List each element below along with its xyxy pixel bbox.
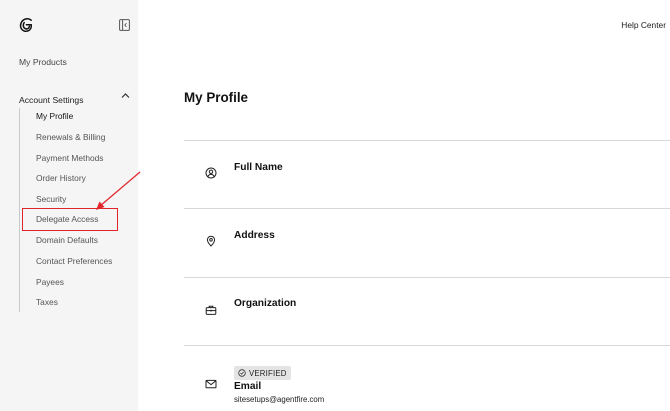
check-circle-icon — [238, 369, 246, 377]
sidebar-item-payees[interactable]: Payees — [36, 277, 64, 287]
section-divider — [184, 277, 670, 278]
briefcase-icon — [205, 305, 217, 315]
verified-badge-label: VERIFIED — [249, 368, 287, 378]
email-section-title[interactable]: Email — [234, 381, 261, 392]
sidebar-item-my-profile[interactable]: My Profile — [36, 111, 73, 121]
sidebar-item-order-history[interactable]: Order History — [36, 173, 86, 183]
organization-section-title[interactable]: Organization — [234, 298, 296, 309]
email-value: sitesetups@agentfire.com — [234, 395, 325, 404]
sidebar-collapse-icon[interactable] — [119, 19, 130, 31]
brand-logo-icon[interactable] — [18, 17, 34, 33]
envelope-icon — [205, 379, 217, 389]
verified-badge: VERIFIED — [234, 366, 291, 380]
account-settings-toggle[interactable]: Account Settings — [19, 90, 131, 105]
section-divider — [184, 140, 670, 141]
sidebar-item-payment-methods[interactable]: Payment Methods — [36, 153, 104, 163]
section-divider — [184, 208, 670, 209]
sidebar-item-contact-preferences[interactable]: Contact Preferences — [36, 256, 112, 266]
sidebar-item-security[interactable]: Security — [36, 194, 66, 204]
page-title: My Profile — [184, 90, 248, 105]
full-name-section-title[interactable]: Full Name — [234, 162, 283, 173]
annotation-arrow — [96, 171, 141, 210]
sidebar-item-taxes[interactable]: Taxes — [36, 297, 58, 307]
address-section-title[interactable]: Address — [234, 230, 275, 241]
sidebar-item-my-products[interactable]: My Products — [19, 57, 67, 67]
section-divider — [184, 345, 670, 346]
chevron-up-icon — [121, 93, 130, 98]
sidebar-item-domain-defaults[interactable]: Domain Defaults — [36, 235, 98, 245]
location-pin-icon — [206, 235, 216, 247]
sidebar-item-renewals-billing[interactable]: Renewals & Billing — [36, 132, 105, 142]
help-center-link[interactable]: Help Center — [621, 20, 666, 30]
user-circle-icon — [205, 167, 217, 179]
account-settings-label: Account Settings — [19, 95, 84, 105]
